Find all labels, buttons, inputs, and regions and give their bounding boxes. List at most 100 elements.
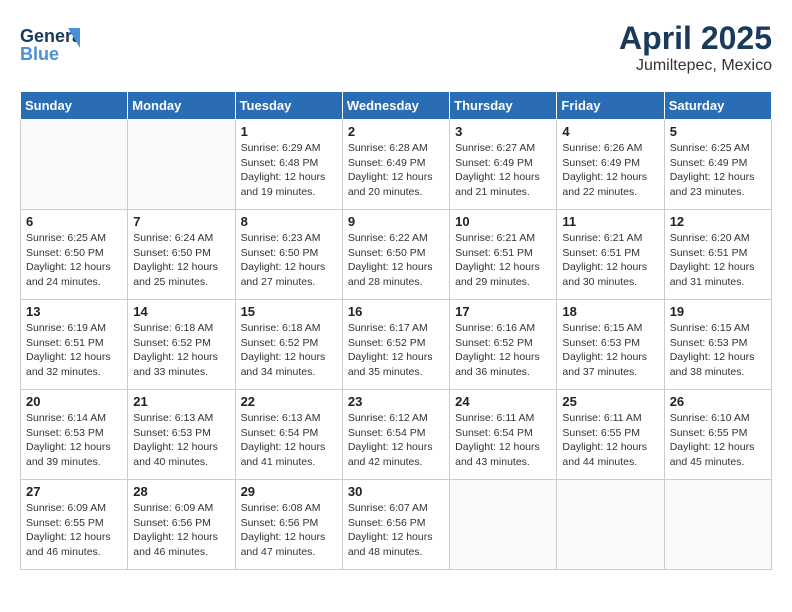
calendar-cell: 10Sunrise: 6:21 AMSunset: 6:51 PMDayligh…	[450, 210, 557, 300]
calendar-cell: 22 Sunrise: 6:13 AMSunset: 6:54 PMDayligh…	[235, 390, 342, 480]
day-detail: Sunrise: 6:27 AMSunset: 6:49 PMDaylight:…	[455, 141, 551, 200]
calendar-cell	[664, 480, 771, 570]
day-detail: Sunrise: 6:15 AMSunset: 6:53 PMDaylight:…	[670, 321, 766, 380]
weekday-header-wednesday: Wednesday	[342, 92, 449, 120]
day-detail: Sunrise: 6:15 AMSunset: 6:53 PMDaylight:…	[562, 321, 658, 380]
calendar-cell: 26 Sunrise: 6:10 AMSunset: 6:55 PMDayligh…	[664, 390, 771, 480]
calendar-cell: 12 Sunrise: 6:20 AMSunset: 6:51 PMDayligh…	[664, 210, 771, 300]
day-detail: Sunrise: 6:18 AMSunset: 6:52 PMDaylight:…	[241, 321, 337, 380]
day-detail: Sunrise: 6:10 AMSunset: 6:55 PMDaylight:…	[670, 411, 766, 470]
day-detail: Sunrise: 6:13 AMSunset: 6:54 PMDaylight:…	[241, 411, 337, 470]
title-block: April 2025 Jumiltepec, Mexico	[619, 20, 772, 75]
calendar-cell	[450, 480, 557, 570]
day-number: 1	[241, 124, 337, 139]
calendar-cell: 16 Sunrise: 6:17 AMSunset: 6:52 PMDayligh…	[342, 300, 449, 390]
calendar-cell: 7Sunrise: 6:24 AMSunset: 6:50 PMDaylight…	[128, 210, 235, 300]
calendar-cell: 11 Sunrise: 6:21 AMSunset: 6:51 PMDayligh…	[557, 210, 664, 300]
calendar-cell: 23 Sunrise: 6:12 AMSunset: 6:54 PMDayligh…	[342, 390, 449, 480]
calendar-cell: 24Sunrise: 6:11 AMSunset: 6:54 PMDayligh…	[450, 390, 557, 480]
calendar-cell: 3 Sunrise: 6:27 AMSunset: 6:49 PMDaylight…	[450, 120, 557, 210]
day-detail: Sunrise: 6:11 AMSunset: 6:55 PMDaylight:…	[562, 411, 658, 470]
day-detail: Sunrise: 6:18 AMSunset: 6:52 PMDaylight:…	[133, 321, 229, 380]
calendar-cell: 17Sunrise: 6:16 AMSunset: 6:52 PMDayligh…	[450, 300, 557, 390]
svg-text:Blue: Blue	[20, 44, 59, 64]
weekday-header-friday: Friday	[557, 92, 664, 120]
calendar-week-row: 13 Sunrise: 6:19 AMSunset: 6:51 PMDayligh…	[21, 300, 772, 390]
day-number: 23	[348, 394, 444, 409]
day-number: 2	[348, 124, 444, 139]
day-number: 10	[455, 214, 551, 229]
day-number: 7	[133, 214, 229, 229]
day-detail: Sunrise: 6:25 AMSunset: 6:50 PMDaylight:…	[26, 231, 122, 290]
page-header: General Blue April 2025 Jumiltepec, Mexi…	[20, 20, 772, 75]
calendar-week-row: 6 Sunrise: 6:25 AMSunset: 6:50 PMDaylight…	[21, 210, 772, 300]
calendar-week-row: 1 Sunrise: 6:29 AMSunset: 6:48 PMDaylight…	[21, 120, 772, 210]
day-number: 9	[348, 214, 444, 229]
calendar-cell: 30 Sunrise: 6:07 AMSunset: 6:56 PMDayligh…	[342, 480, 449, 570]
calendar-table: SundayMondayTuesdayWednesdayThursdayFrid…	[20, 91, 772, 570]
day-detail: Sunrise: 6:20 AMSunset: 6:51 PMDaylight:…	[670, 231, 766, 290]
calendar-cell: 28 Sunrise: 6:09 AMSunset: 6:56 PMDayligh…	[128, 480, 235, 570]
day-detail: Sunrise: 6:16 AMSunset: 6:52 PMDaylight:…	[455, 321, 551, 380]
day-detail: Sunrise: 6:17 AMSunset: 6:52 PMDaylight:…	[348, 321, 444, 380]
calendar-cell: 29 Sunrise: 6:08 AMSunset: 6:56 PMDayligh…	[235, 480, 342, 570]
day-number: 8	[241, 214, 337, 229]
day-detail: Sunrise: 6:29 AMSunset: 6:48 PMDaylight:…	[241, 141, 337, 200]
calendar-cell: 20Sunrise: 6:14 AMSunset: 6:53 PMDayligh…	[21, 390, 128, 480]
day-number: 6	[26, 214, 122, 229]
day-number: 15	[241, 304, 337, 319]
day-number: 5	[670, 124, 766, 139]
calendar-cell: 13 Sunrise: 6:19 AMSunset: 6:51 PMDayligh…	[21, 300, 128, 390]
day-number: 25	[562, 394, 658, 409]
day-number: 4	[562, 124, 658, 139]
day-number: 27	[26, 484, 122, 499]
day-number: 16	[348, 304, 444, 319]
calendar-cell: 14 Sunrise: 6:18 AMSunset: 6:52 PMDayligh…	[128, 300, 235, 390]
calendar-cell	[557, 480, 664, 570]
calendar-cell	[128, 120, 235, 210]
calendar-cell: 27Sunrise: 6:09 AMSunset: 6:55 PMDayligh…	[21, 480, 128, 570]
calendar-cell: 5Sunrise: 6:25 AMSunset: 6:49 PMDaylight…	[664, 120, 771, 210]
calendar-cell: 25 Sunrise: 6:11 AMSunset: 6:55 PMDayligh…	[557, 390, 664, 480]
day-detail: Sunrise: 6:22 AMSunset: 6:50 PMDaylight:…	[348, 231, 444, 290]
day-number: 13	[26, 304, 122, 319]
calendar-week-row: 20Sunrise: 6:14 AMSunset: 6:53 PMDayligh…	[21, 390, 772, 480]
calendar-cell: 6 Sunrise: 6:25 AMSunset: 6:50 PMDaylight…	[21, 210, 128, 300]
day-number: 18	[562, 304, 658, 319]
day-number: 26	[670, 394, 766, 409]
day-detail: Sunrise: 6:09 AMSunset: 6:56 PMDaylight:…	[133, 501, 229, 560]
weekday-header-tuesday: Tuesday	[235, 92, 342, 120]
calendar-cell: 9 Sunrise: 6:22 AMSunset: 6:50 PMDaylight…	[342, 210, 449, 300]
calendar-cell: 19Sunrise: 6:15 AMSunset: 6:53 PMDayligh…	[664, 300, 771, 390]
day-number: 22	[241, 394, 337, 409]
day-number: 11	[562, 214, 658, 229]
calendar-cell: 1 Sunrise: 6:29 AMSunset: 6:48 PMDaylight…	[235, 120, 342, 210]
calendar-week-row: 27Sunrise: 6:09 AMSunset: 6:55 PMDayligh…	[21, 480, 772, 570]
weekday-header-sunday: Sunday	[21, 92, 128, 120]
day-detail: Sunrise: 6:19 AMSunset: 6:51 PMDaylight:…	[26, 321, 122, 380]
weekday-header-monday: Monday	[128, 92, 235, 120]
calendar-cell: 15 Sunrise: 6:18 AMSunset: 6:52 PMDayligh…	[235, 300, 342, 390]
day-number: 3	[455, 124, 551, 139]
day-detail: Sunrise: 6:08 AMSunset: 6:56 PMDaylight:…	[241, 501, 337, 560]
logo-icon: General Blue	[20, 20, 80, 64]
weekday-header-thursday: Thursday	[450, 92, 557, 120]
day-detail: Sunrise: 6:23 AMSunset: 6:50 PMDaylight:…	[241, 231, 337, 290]
page-title: April 2025	[619, 20, 772, 57]
day-detail: Sunrise: 6:21 AMSunset: 6:51 PMDaylight:…	[562, 231, 658, 290]
day-detail: Sunrise: 6:13 AMSunset: 6:53 PMDaylight:…	[133, 411, 229, 470]
day-number: 24	[455, 394, 551, 409]
day-detail: Sunrise: 6:07 AMSunset: 6:56 PMDaylight:…	[348, 501, 444, 560]
day-number: 30	[348, 484, 444, 499]
day-number: 12	[670, 214, 766, 229]
day-number: 21	[133, 394, 229, 409]
day-detail: Sunrise: 6:28 AMSunset: 6:49 PMDaylight:…	[348, 141, 444, 200]
calendar-cell: 18 Sunrise: 6:15 AMSunset: 6:53 PMDayligh…	[557, 300, 664, 390]
day-detail: Sunrise: 6:26 AMSunset: 6:49 PMDaylight:…	[562, 141, 658, 200]
day-detail: Sunrise: 6:12 AMSunset: 6:54 PMDaylight:…	[348, 411, 444, 470]
day-number: 29	[241, 484, 337, 499]
day-number: 28	[133, 484, 229, 499]
logo: General Blue	[20, 20, 80, 64]
day-detail: Sunrise: 6:14 AMSunset: 6:53 PMDaylight:…	[26, 411, 122, 470]
day-number: 14	[133, 304, 229, 319]
